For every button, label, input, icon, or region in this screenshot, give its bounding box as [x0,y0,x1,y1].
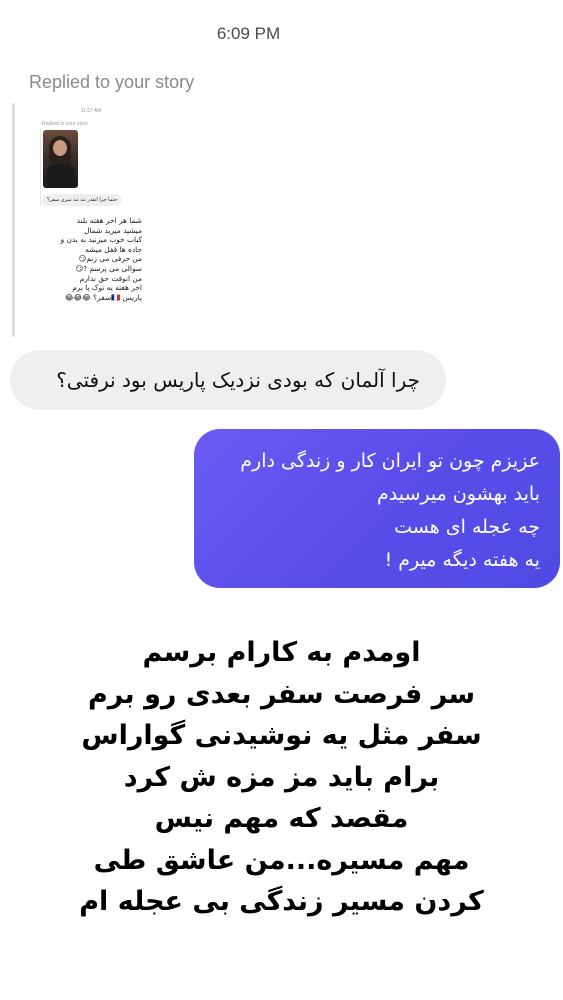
caption-line: سر فرصت سفر بعدی رو برم [87,678,476,710]
outgoing-message-line: عزیزم چون تو ایران کار و زندگی دارم [240,450,540,472]
story-preview-line: شما هر اخر هفته بلند [76,216,142,225]
incoming-message-bubble[interactable]: چرا آلمان که بودی نزدیک پاریس بود نرفتی؟ [10,350,446,410]
story-preview-replied-label: Replied to your story [42,121,88,127]
story-preview-text: شما هر اخر هفته بلند میشید میرید شمال کب… [44,216,142,302]
caption-line: برام باید مز مزه ش کرد [123,761,440,793]
message-timestamp: 6:09 PM [216,24,281,43]
caption-line: مهم مسیره...من عاشق طی [93,844,470,876]
story-preview-reply-bubble: حتما چرا انقدر تند تند میری سفر؟ [42,194,123,206]
thumbnail-shirt [47,164,75,188]
story-preview-quote-bar [40,128,41,206]
story-preview-line: من انوقت حق ندارم [79,273,142,283]
story-preview-line: من حرفی می زنم😏 [78,254,142,264]
reply-quote-bar [12,103,15,337]
caption-line: سفر مثل یه نوشیدنی گواراس [81,720,482,751]
story-preview-line: جاده ها قفل میشه [85,244,142,254]
outgoing-message-line: چه عجله ای هست [394,516,540,538]
outgoing-message-line: یه هفته دیگه میرم ! [384,549,540,571]
story-preview[interactable]: 11:57 AM Replied to your story حتما چرا … [24,104,158,330]
story-thumbnail[interactable] [43,130,78,188]
story-preview-line: پاریس 🇫🇷سفر؟ 😂😂😂 [64,292,142,302]
story-preview-line: اخر هفته یه توک پا برم [72,283,142,293]
outgoing-message-bubble[interactable]: عزیزم چون تو ایران کار و زندگی دارم باید… [194,429,560,588]
caption-line: کردن مسیر زندگی بی عجله ام [79,886,484,917]
story-preview-time: 11:57 AM [80,108,102,114]
thumbnail-face [53,140,67,156]
story-preview-line: کباب خوب میزنید به بدن و [60,235,142,245]
replied-to-story-label: Replied to your story [29,72,195,92]
caption-line: مقصد که مهم نیس [154,803,409,834]
caption-text: اومدم به کارام برسم سر فرصت سفر بعدی رو … [0,632,563,923]
story-preview-line: سوالی می پرسم ?😏 [75,263,142,273]
story-preview-line: میشید میرید شمال [84,225,142,235]
caption-line: اومدم به کارام برسم [142,637,421,668]
outgoing-message-line: باید بهشون میرسیدم [377,483,540,505]
